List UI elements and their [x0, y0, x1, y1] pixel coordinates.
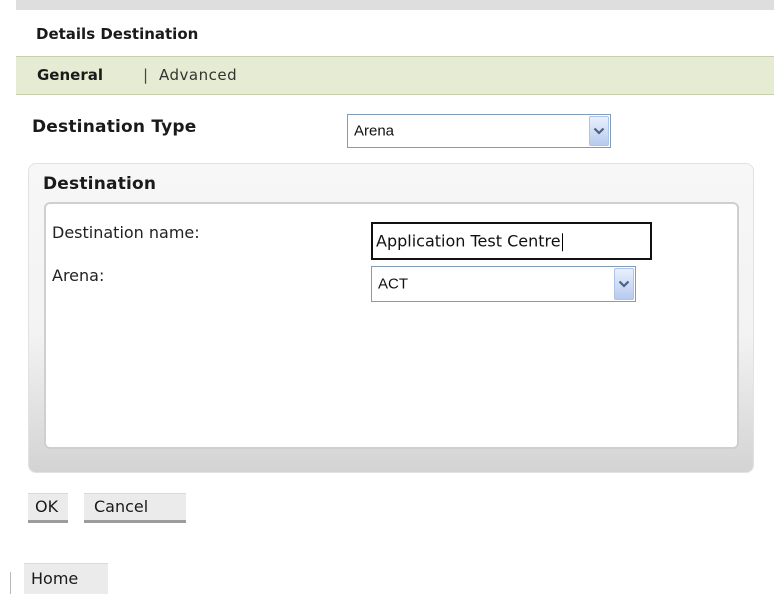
destination-type-select[interactable]: Arena	[347, 114, 611, 148]
destination-type-dropdown-button[interactable]	[589, 116, 609, 146]
arena-dropdown-button[interactable]	[614, 268, 634, 300]
arena-label: Arena:	[52, 266, 105, 285]
tab-general[interactable]: General	[37, 66, 103, 84]
top-divider	[16, 0, 774, 10]
destination-name-label: Destination name:	[52, 223, 200, 242]
panel-title: Details Destination	[36, 25, 199, 43]
destination-name-value: Application Test Centre	[376, 231, 561, 251]
edge-divider	[10, 572, 11, 594]
tab-bar: General | Advanced	[16, 56, 774, 95]
tab-advanced[interactable]: Advanced	[159, 66, 237, 84]
destination-fields-panel: Destination name: Application Test Centr…	[44, 202, 739, 449]
home-button-label: Home	[31, 569, 79, 588]
tab-separator: |	[143, 66, 149, 84]
cancel-button[interactable]: Cancel	[84, 493, 186, 523]
cancel-button-label: Cancel	[94, 497, 149, 516]
ok-button-label: OK	[35, 497, 59, 516]
chevron-down-icon	[593, 127, 605, 135]
arena-select[interactable]: ACT	[371, 266, 636, 302]
ok-button[interactable]: OK	[28, 493, 68, 523]
destination-type-value: Arena	[354, 122, 395, 140]
chevron-down-icon	[618, 280, 630, 288]
text-caret	[561, 232, 563, 251]
panel-header: Details Destination	[16, 10, 774, 57]
destination-name-input[interactable]: Application Test Centre	[371, 222, 652, 260]
destination-group-title: Destination	[43, 174, 157, 194]
destination-group: Destination Destination name: Applicatio…	[28, 163, 754, 473]
arena-value: ACT	[378, 275, 408, 293]
destination-type-label: Destination Type	[32, 117, 197, 137]
home-button[interactable]: Home	[24, 563, 108, 594]
